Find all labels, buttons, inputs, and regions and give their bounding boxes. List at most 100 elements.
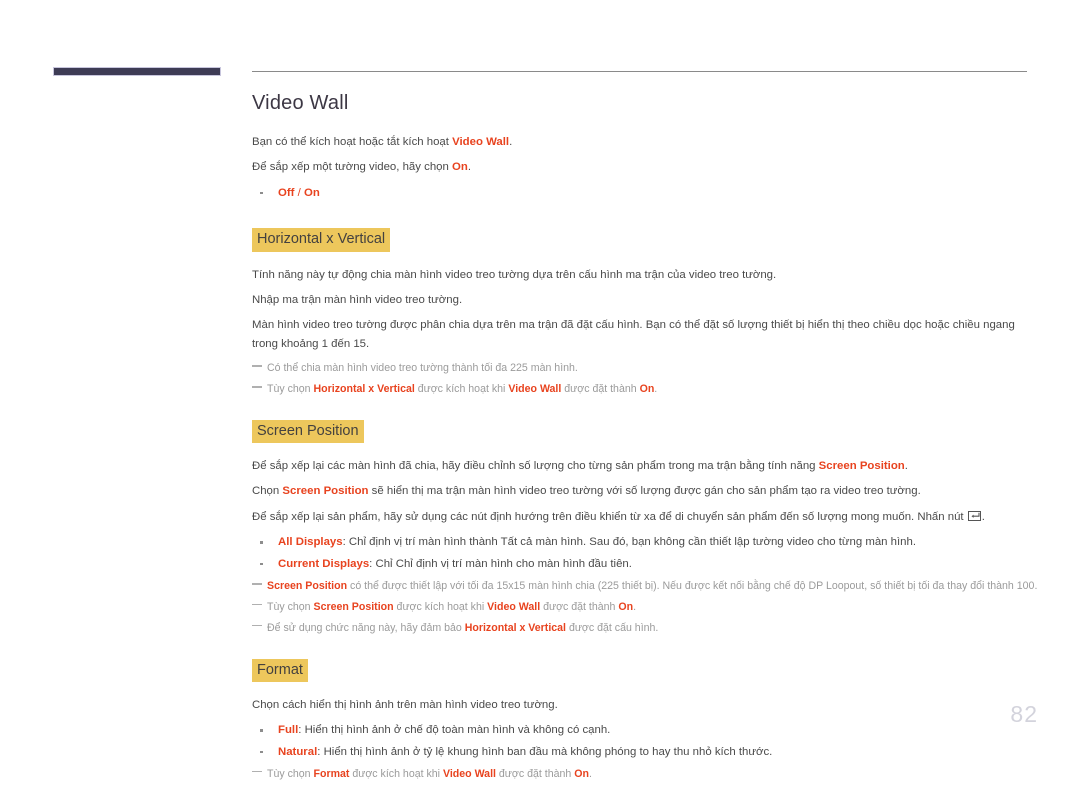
- s2-p2-text-a: Chọn: [252, 485, 283, 498]
- keyword-video-wall: Video Wall: [487, 601, 541, 614]
- page-body: Video Wall Bạn có thể kích hoạt hoặc tắt…: [250, 0, 1080, 780]
- intro-line-1-text-a: Bạn có thể kích hoạt hoặc tắt kích hoạt: [252, 136, 453, 148]
- s2-notes: Screen Position có thể được thiết lập vớ…: [252, 578, 1042, 636]
- note-text-a: Tùy chọn: [267, 601, 314, 614]
- keyword-screen-position: Screen Position: [282, 485, 369, 498]
- keyword-on: On: [452, 161, 468, 174]
- note-dash-icon: [252, 624, 262, 627]
- note-text-c: được đặt thành: [540, 601, 619, 614]
- intro-line-1-text-b: .: [509, 136, 513, 148]
- option-on: On: [303, 186, 320, 199]
- s3-paragraph-1: Chọn cách hiển thị hình ảnh trên màn hìn…: [252, 698, 558, 711]
- section-heading: Horizontal x Vertical: [252, 228, 391, 252]
- option-natural: Natural: [278, 745, 318, 758]
- keyword-video-wall: Video Wall: [452, 136, 510, 148]
- s1-paragraph-3: Màn hình video treo tường được phân chia…: [252, 319, 1015, 350]
- s2-option-list: All Displays: Chỉ định vị trí màn hình t…: [252, 533, 1042, 573]
- note-dash-icon: [252, 583, 262, 585]
- keyword-horizontal-x-vertical: Horizontal x Vertical: [313, 383, 415, 396]
- header-rule: [252, 71, 1027, 72]
- list-item: Current Displays: Chỉ Chỉ định vị trí mà…: [252, 555, 1042, 573]
- s1-paragraph-2: Nhập ma trận màn hình video treo tường.: [252, 294, 463, 306]
- option-all-displays-desc: : Chỉ định vị trí màn hình thành Tất cả …: [342, 536, 916, 549]
- note: Có thể chia màn hình video treo tường th…: [252, 360, 1042, 377]
- note: Để sử dụng chức năng này, hãy đảm bảo Ho…: [252, 620, 1042, 637]
- content-column: Video Wall Bạn có thể kích hoạt hoặc tắt…: [252, 92, 1042, 787]
- s2-p3-text-b: .: [981, 510, 985, 523]
- bullet-dot-icon: [260, 541, 263, 544]
- keyword-video-wall: Video Wall: [508, 383, 562, 396]
- intro-line-2-text-b: .: [467, 161, 471, 174]
- bullet-dot-icon: [260, 729, 263, 732]
- note-text-d: .: [633, 601, 637, 614]
- section-heading: Format: [252, 658, 308, 682]
- list-item: Natural: Hiển thị hình ảnh ở tỷ lệ khung…: [252, 743, 1042, 761]
- keyword-format: Format: [313, 768, 350, 781]
- keyword-screen-position: Screen Position: [818, 460, 905, 472]
- s1-notes: Có thể chia màn hình video treo tường th…: [252, 360, 1042, 397]
- s2-p1-text-b: .: [904, 460, 908, 472]
- s2-p2-text-b: sẽ hiển thị ma trận màn hình video treo …: [368, 485, 921, 498]
- intro-line-2-text-a: Để sắp xếp một tường video, hãy chọn: [252, 161, 452, 174]
- note-text-d: .: [588, 768, 592, 781]
- note-text-d: .: [654, 383, 658, 396]
- chapter-marker-bar: [53, 67, 221, 76]
- s3-notes: Tùy chọn Format được kích hoạt khi Video…: [252, 766, 1042, 783]
- note-text-b: được đặt cấu hình.: [566, 621, 659, 634]
- note-text-c: được đặt thành: [561, 383, 640, 396]
- s3-option-list: Full: Hiển thị hình ảnh ở chế độ toàn mà…: [252, 721, 1042, 761]
- option-separator: /: [294, 186, 304, 199]
- keyword-screen-position: Screen Position: [313, 601, 394, 614]
- note-text-c: được đặt thành: [495, 768, 575, 781]
- page-title: Video Wall: [252, 92, 349, 114]
- note-text-a: Tùy chọn: [267, 383, 314, 396]
- note-text-b: được kích hoạt khi: [414, 383, 509, 396]
- note: Tùy chọn Screen Position được kích hoạt …: [252, 599, 1042, 616]
- keyword-horizontal-x-vertical: Horizontal x Vertical: [464, 621, 566, 634]
- note-dash-icon: [252, 365, 262, 367]
- note-text-b: được kích hoạt khi: [393, 601, 488, 614]
- section-heading: Screen Position: [252, 419, 364, 443]
- section-format: Format: [252, 658, 1042, 682]
- s2-paragraph-2: Chọn Screen Position sẽ hiển thị ma trận…: [252, 482, 1042, 500]
- section-screen-position: Screen Position: [252, 419, 1042, 443]
- option-all-displays: All Displays: [278, 536, 343, 549]
- intro-line-1: Bạn có thể kích hoạt hoặc tắt kích hoạt …: [252, 133, 1042, 151]
- left-margin-rail: [0, 0, 248, 763]
- bullet-dot-icon: [260, 750, 263, 754]
- option-off: Off: [278, 186, 295, 199]
- bullet-dot-icon: [260, 191, 263, 195]
- option-full-desc: : Hiển thị hình ảnh ở chế độ toàn màn hì…: [298, 724, 611, 737]
- s2-paragraph-3: Để sắp xếp lại sản phẩm, hãy sử dụng các…: [252, 508, 1042, 526]
- note-dash-icon: [252, 771, 262, 773]
- option-natural-desc: : Hiển thị hình ảnh ở tỷ lệ khung hình b…: [317, 745, 773, 758]
- note: Tùy chọn Horizontal x Vertical được kích…: [252, 381, 1042, 398]
- intro-line-2: Để sắp xếp một tường video, hãy chọn On.: [252, 158, 1042, 176]
- note-text: Có thể chia màn hình video treo tường th…: [267, 362, 578, 375]
- note-text-a: Tùy chọn: [267, 768, 314, 781]
- list-item: Off / On: [252, 184, 1042, 202]
- section-horizontal-x-vertical: Horizontal x Vertical: [252, 228, 1042, 252]
- list-item: All Displays: Chỉ định vị trí màn hình t…: [252, 533, 1042, 551]
- keyword-on: On: [639, 383, 655, 396]
- s2-paragraph-1: Để sắp xếp lại các màn hình đã chia, hãy…: [252, 457, 1042, 475]
- note-text-b: được kích hoạt khi: [349, 768, 443, 781]
- note-dash-icon: [252, 386, 262, 388]
- keyword-screen-position: Screen Position: [267, 580, 348, 593]
- note-text-a: Để sử dụng chức năng này, hãy đảm bảo: [267, 621, 465, 634]
- note: Screen Position có thể được thiết lập vớ…: [252, 578, 1042, 595]
- note-text-b: có thể được thiết lập với tối đa 15x15 m…: [347, 580, 1038, 593]
- note-dash-icon: [252, 604, 262, 606]
- intro-option-list: Off / On: [252, 184, 1042, 202]
- enter-key-icon: [967, 510, 981, 521]
- list-item: Full: Hiển thị hình ảnh ở chế độ toàn mà…: [252, 721, 1042, 739]
- keyword-on: On: [574, 768, 589, 781]
- s2-p3-text-a: Để sắp xếp lại sản phẩm, hãy sử dụng các…: [252, 510, 967, 523]
- s1-paragraph-1: Tính năng này tự động chia màn hình vide…: [252, 268, 777, 281]
- option-current-displays: Current Displays: [278, 557, 370, 570]
- option-full: Full: [278, 724, 299, 737]
- note: Tùy chọn Format được kích hoạt khi Video…: [252, 766, 1042, 783]
- bullet-dot-icon: [260, 562, 263, 566]
- option-current-displays-desc: : Chỉ Chỉ định vị trí màn hình cho màn h…: [369, 557, 632, 570]
- keyword-video-wall: Video Wall: [442, 768, 496, 781]
